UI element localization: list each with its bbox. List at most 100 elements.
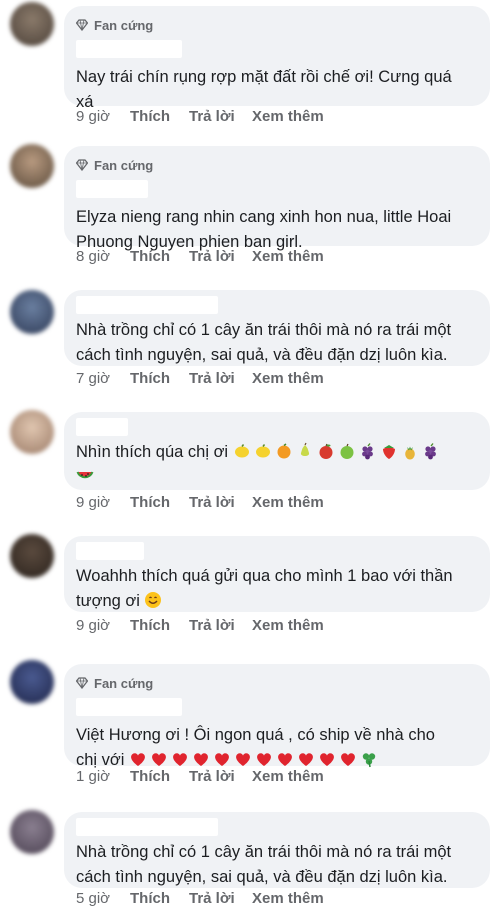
comment-time[interactable]: 8 giờ <box>76 248 130 265</box>
heart-emoji-icon <box>257 753 271 766</box>
heart-emoji-icon <box>341 753 355 766</box>
commenter-name[interactable] <box>76 40 182 58</box>
like-link[interactable]: Thích <box>130 108 189 125</box>
comment-time[interactable]: 5 giờ <box>76 890 130 907</box>
avatar[interactable] <box>10 2 54 46</box>
see-more-link[interactable]: Xem thêm <box>252 768 324 785</box>
comment-bubble: Nhà trồng chỉ có 1 cây ăn trái thôi mà n… <box>64 290 490 366</box>
commenter-name[interactable] <box>76 418 128 436</box>
diamond-icon <box>76 677 88 689</box>
comment-bubble: Nhà trồng chỉ có 1 cây ăn trái thôi mà n… <box>64 812 490 888</box>
commenter-name[interactable] <box>76 542 144 560</box>
heart-emoji-icon <box>299 753 313 766</box>
heart-emoji-icon <box>173 753 187 766</box>
grapes-emoji-icon <box>361 443 373 460</box>
badge-label: Fan cứng <box>94 675 154 691</box>
see-more-link[interactable]: Xem thêm <box>252 108 324 125</box>
apple-red-emoji-icon <box>319 443 333 459</box>
see-more-link[interactable]: Xem thêm <box>252 494 324 511</box>
like-link[interactable]: Thích <box>130 768 189 785</box>
comment-text-main: Woahhh thích quá gửi qua cho mình 1 bao … <box>76 567 453 610</box>
emoji-row <box>233 442 443 461</box>
like-link[interactable]: Thích <box>130 248 189 265</box>
comment-text: Woahhh thích quá gửi qua cho mình 1 bao … <box>76 564 478 614</box>
comment-time[interactable]: 1 giờ <box>76 768 130 785</box>
like-link[interactable]: Thích <box>130 494 189 511</box>
like-link[interactable]: Thích <box>130 890 189 907</box>
commenter-name[interactable] <box>76 818 218 836</box>
reply-link[interactable]: Trả lời <box>189 370 252 387</box>
apple-green-emoji-icon <box>340 443 354 459</box>
comment-text: Nhìn thích qúa chị ơi <box>76 440 478 490</box>
avatar[interactable] <box>10 810 54 854</box>
comment-bubble: Fan cứng Việt Hương ơi ! Ôi ngon quá , c… <box>64 664 490 769</box>
comment-actions: 9 giờ Thích Trả lời Xem thêm <box>76 108 324 125</box>
like-link[interactable]: Thích <box>130 370 189 387</box>
strawberry-emoji-icon <box>382 445 395 459</box>
heart-emoji-icon <box>194 753 208 766</box>
heart-emoji-icon <box>320 753 334 766</box>
reply-link[interactable]: Trả lời <box>189 248 252 265</box>
see-more-link[interactable]: Xem thêm <box>252 248 324 265</box>
comment-actions: 9 giờ Thích Trả lời Xem thêm <box>76 494 324 511</box>
commenter-name[interactable] <box>76 296 218 314</box>
orange-emoji-icon <box>277 443 291 459</box>
heart-emoji-icon <box>131 753 145 766</box>
shamrock-emoji-icon <box>362 753 376 768</box>
diamond-icon <box>76 19 88 31</box>
fan-badge: Fan cứng <box>76 154 478 176</box>
emoji-row <box>76 468 97 486</box>
comment-text-main: Nhìn thích qúa chị ơi <box>76 443 229 461</box>
comment-actions: 1 giờ Thích Trả lời Xem thêm <box>76 768 324 785</box>
comment-bubble: Fan cứng Elyza nieng rang nhin cang xinh… <box>64 146 490 251</box>
commenter-name[interactable] <box>76 698 182 716</box>
see-more-link[interactable]: Xem thêm <box>252 370 324 387</box>
emoji-row <box>144 592 165 610</box>
comment-time[interactable]: 9 giờ <box>76 617 130 634</box>
pineapple-emoji-icon <box>404 446 415 460</box>
diamond-icon <box>76 159 88 171</box>
comment-actions: 8 giờ Thích Trả lời Xem thêm <box>76 248 324 265</box>
comment-bubble: Nhìn thích qúa chị ơi <box>64 412 490 490</box>
avatar[interactable] <box>10 144 54 188</box>
comment-bubble: Fan cứng Nay trái chín rụng rợp mặt đất … <box>64 6 490 111</box>
comment-actions: 5 giờ Thích Trả lời Xem thêm <box>76 890 324 907</box>
badge-label: Fan cứng <box>94 157 154 173</box>
fan-badge: Fan cứng <box>76 14 478 36</box>
commenter-name[interactable] <box>76 180 148 198</box>
heart-emoji-icon <box>236 753 250 766</box>
see-more-link[interactable]: Xem thêm <box>252 617 324 634</box>
comment-time[interactable]: 9 giờ <box>76 108 130 125</box>
badge-label: Fan cứng <box>94 17 154 33</box>
comment-time[interactable]: 7 giờ <box>76 370 130 387</box>
reply-link[interactable]: Trả lời <box>189 494 252 511</box>
comment-bubble: Woahhh thích quá gửi qua cho mình 1 bao … <box>64 536 490 612</box>
comment-text: Nhà trồng chỉ có 1 cây ăn trái thôi mà n… <box>76 843 452 886</box>
reply-link[interactable]: Trả lời <box>189 617 252 634</box>
avatar[interactable] <box>10 410 54 454</box>
heart-emoji-icon <box>215 753 229 766</box>
comment-actions: 7 giờ Thích Trả lời Xem thêm <box>76 370 324 387</box>
avatar[interactable] <box>10 660 54 704</box>
avatar[interactable] <box>10 290 54 334</box>
reply-link[interactable]: Trả lời <box>189 890 252 907</box>
grapes-emoji-icon <box>424 443 436 460</box>
pear-emoji-icon <box>300 442 309 456</box>
reply-link[interactable]: Trả lời <box>189 768 252 785</box>
fan-badge: Fan cứng <box>76 672 478 694</box>
comment-text: Nhà trồng chỉ có 1 cây ăn trái thôi mà n… <box>76 321 452 364</box>
comment-text: Việt Hương ơi ! Ôi ngon quá , có ship về… <box>76 723 478 773</box>
lemon-emoji-icon <box>234 444 249 458</box>
smile-emoji-icon <box>145 592 162 608</box>
reply-link[interactable]: Trả lời <box>189 108 252 125</box>
like-link[interactable]: Thích <box>130 617 189 634</box>
heart-emoji-icon <box>152 753 166 766</box>
emoji-row <box>129 751 381 769</box>
see-more-link[interactable]: Xem thêm <box>252 890 324 907</box>
comment-actions: 9 giờ Thích Trả lời Xem thêm <box>76 617 324 634</box>
watermelon-emoji-icon <box>76 471 94 479</box>
heart-emoji-icon <box>278 753 292 766</box>
lemon-emoji-icon <box>255 444 270 458</box>
comment-time[interactable]: 9 giờ <box>76 494 130 511</box>
avatar[interactable] <box>10 534 54 578</box>
